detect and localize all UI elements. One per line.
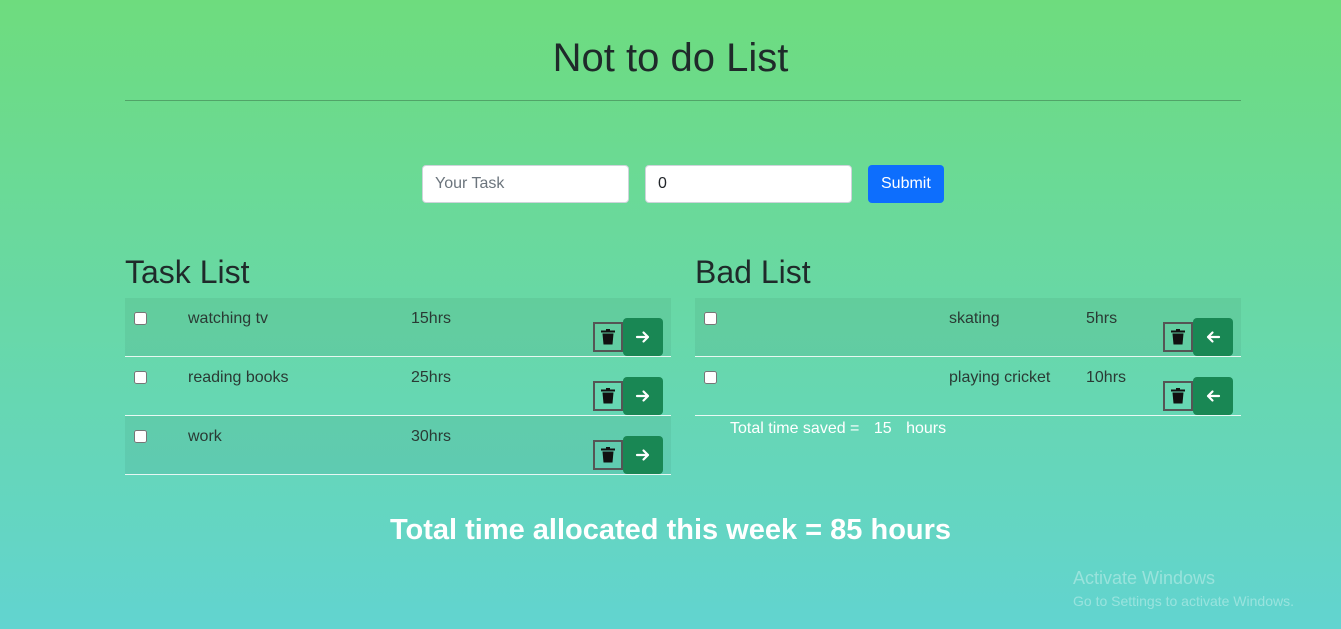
total-time-allocated: Total time allocated this week = 85 hour… <box>389 514 952 546</box>
row-checkbox[interactable] <box>134 312 147 325</box>
row-checkbox[interactable] <box>134 371 147 384</box>
move-to-bad-button[interactable] <box>623 377 663 415</box>
row-checkbox[interactable] <box>704 371 717 384</box>
arrow-left-icon <box>1206 390 1221 402</box>
bad-name: playing cricket <box>949 369 1051 386</box>
task-list-panel: Task List watching tv 15hrs reading book… <box>125 254 671 475</box>
task-form: Submit <box>422 165 944 203</box>
bad-hours: 10hrs <box>1086 369 1127 386</box>
trash-icon <box>1171 329 1185 345</box>
task-name: reading books <box>188 369 289 386</box>
delete-button[interactable] <box>593 440 623 470</box>
watermark-title: Activate Windows <box>1073 568 1216 588</box>
watermark-subtitle: Go to Settings to activate Windows. <box>1073 593 1294 609</box>
trash-icon <box>601 388 615 404</box>
arrow-right-icon <box>635 449 650 461</box>
task-name: work <box>188 428 222 445</box>
submit-button[interactable]: Submit <box>868 165 944 203</box>
table-row: work 30hrs <box>125 415 671 475</box>
bad-list-heading: Bad List <box>695 254 811 290</box>
bad-list-panel: Bad List skating 5hrs playing cricket 10… <box>695 254 1241 438</box>
task-name: watching tv <box>188 310 269 327</box>
table-row: watching tv 15hrs <box>125 298 671 357</box>
time-saved-value: 15 <box>873 420 892 437</box>
delete-button[interactable] <box>593 322 623 352</box>
delete-button[interactable] <box>1163 322 1193 352</box>
task-hours: 25hrs <box>411 369 452 386</box>
trash-icon <box>601 447 615 463</box>
arrow-left-icon <box>1206 331 1221 343</box>
arrow-right-icon <box>635 331 650 343</box>
move-to-bad-button[interactable] <box>623 318 663 356</box>
trash-icon <box>1171 388 1185 404</box>
bad-list-table: skating 5hrs playing cricket 10hrs <box>695 298 1241 416</box>
task-hours: 15hrs <box>411 310 452 327</box>
task-list-heading: Task List <box>125 254 250 290</box>
bad-hours: 5hrs <box>1086 310 1118 327</box>
table-row: skating 5hrs <box>695 298 1241 357</box>
time-saved: Total time saved = 15 hours <box>695 416 1241 438</box>
delete-button[interactable] <box>1163 381 1193 411</box>
move-to-task-button[interactable] <box>1193 377 1233 415</box>
table-row: playing cricket 10hrs <box>695 357 1241 416</box>
task-input[interactable] <box>422 165 629 203</box>
row-checkbox[interactable] <box>134 430 147 443</box>
move-to-bad-button[interactable] <box>623 436 663 474</box>
arrow-right-icon <box>635 390 650 402</box>
bad-name: skating <box>949 310 1000 327</box>
windows-activation-watermark: Activate Windows Go to Settings to activ… <box>1073 568 1294 609</box>
divider <box>125 100 1241 101</box>
hours-input[interactable] <box>645 165 852 203</box>
move-to-task-button[interactable] <box>1193 318 1233 356</box>
table-row: reading books 25hrs <box>125 357 671 416</box>
row-checkbox[interactable] <box>704 312 717 325</box>
time-saved-label: Total time saved = <box>730 420 860 437</box>
task-hours: 30hrs <box>411 428 452 445</box>
trash-icon <box>601 329 615 345</box>
delete-button[interactable] <box>593 381 623 411</box>
page-title: Not to do List <box>552 36 789 80</box>
time-saved-unit: hours <box>906 420 947 437</box>
task-list-table: watching tv 15hrs reading books 25hrs wo… <box>125 298 671 475</box>
